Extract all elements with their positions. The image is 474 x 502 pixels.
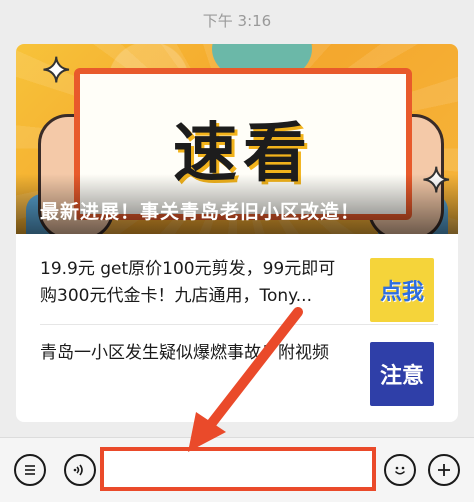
annotation-arrow-icon	[188, 307, 303, 452]
